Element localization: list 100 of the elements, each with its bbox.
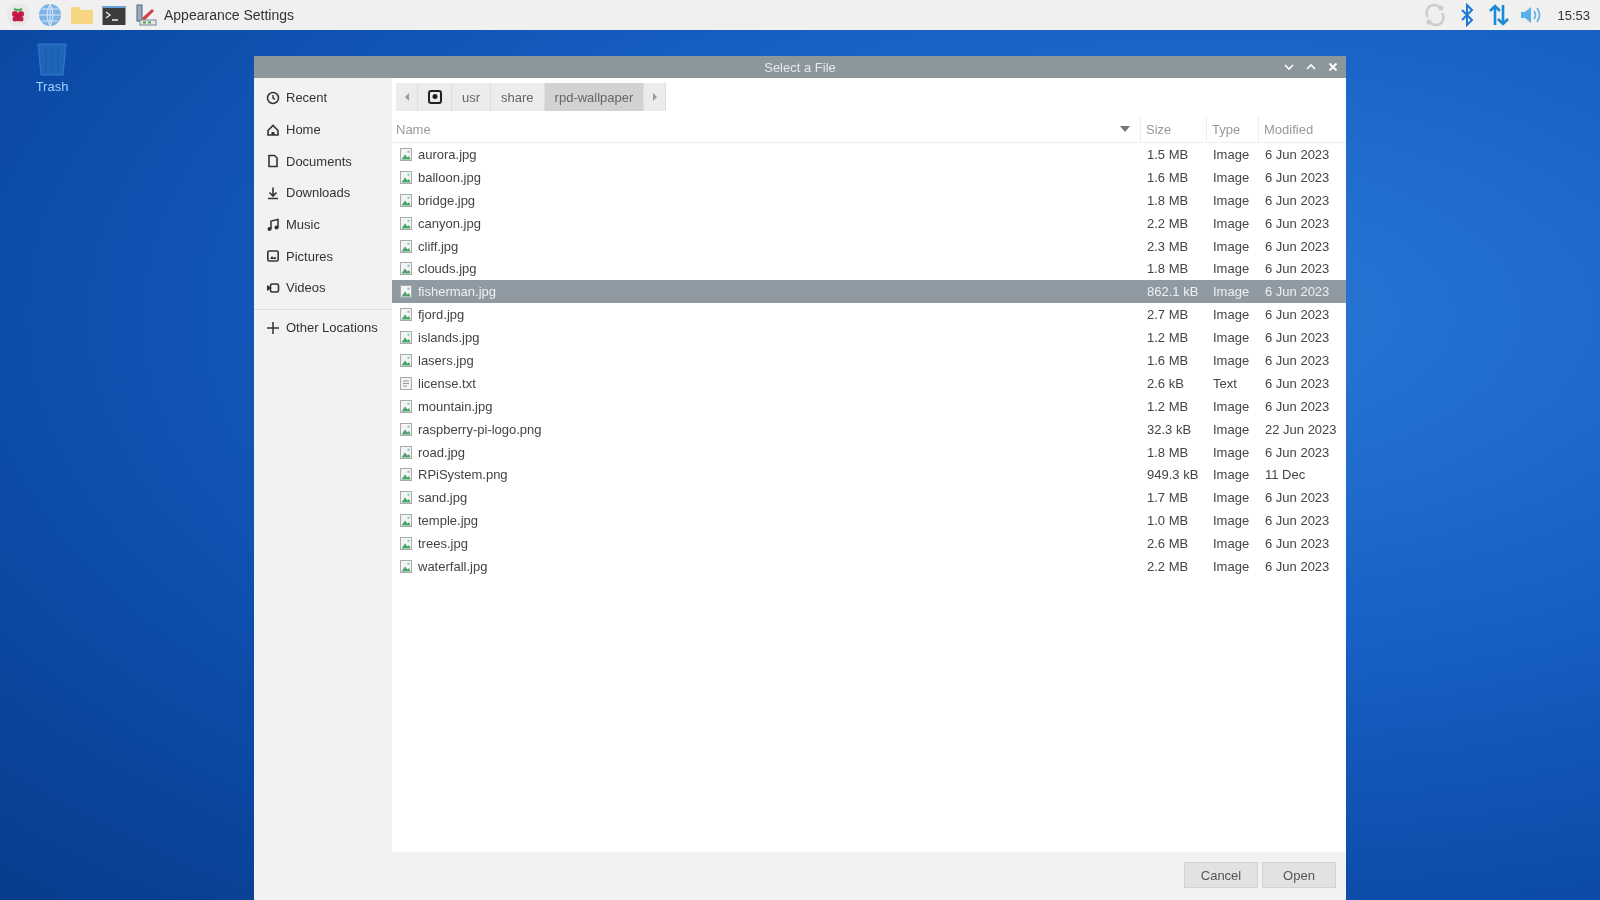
file-size: 2.6 kB	[1146, 375, 1185, 391]
file-row[interactable]: RPiSystem.png 949.3 kB Image 11 Dec	[392, 463, 1346, 487]
file-size: 1.2 MB	[1146, 330, 1190, 346]
network-arrows-icon[interactable]	[1487, 3, 1512, 27]
file-type: Image	[1212, 330, 1251, 346]
sidebar-label[interactable]: Music	[286, 217, 320, 233]
sidebar-label[interactable]: Other Locations	[286, 320, 378, 336]
file-size: 2.2 MB	[1146, 215, 1190, 231]
dialog-button[interactable]: Open	[1262, 862, 1336, 888]
file-row[interactable]: clouds.jpg 1.8 MB Image 6 Jun 2023	[392, 257, 1346, 281]
file-row[interactable]: license.txt 2.6 kB Text 6 Jun 2023	[392, 371, 1346, 395]
image-file-icon	[400, 559, 412, 573]
sidebar-label[interactable]: Documents	[286, 153, 352, 169]
sidebar-item[interactable]: Pictures	[254, 240, 392, 273]
file-modified: 6 Jun 2023	[1264, 513, 1331, 529]
file-name: fjord.jpg	[418, 307, 465, 323]
file-row[interactable]: temple.jpg 1.0 MB Image 6 Jun 2023	[392, 509, 1346, 533]
raspberry-menu-icon[interactable]	[6, 3, 30, 27]
dialog-button[interactable]: Cancel	[1184, 862, 1258, 888]
sidebar-label[interactable]: Home	[286, 122, 321, 138]
palette-settings-icon[interactable]	[134, 3, 158, 27]
file-modified: 11 Dec	[1264, 467, 1307, 483]
image-file-icon	[400, 170, 412, 184]
trash-bin-icon[interactable]	[34, 40, 70, 76]
file-row[interactable]: bridge.jpg 1.8 MB Image 6 Jun 2023	[392, 188, 1346, 212]
file-row[interactable]: aurora.jpg 1.5 MB Image 6 Jun 2023	[392, 143, 1346, 166]
file-modified: 6 Jun 2023	[1264, 352, 1331, 368]
file-type: Image	[1212, 352, 1251, 368]
sidebar-label[interactable]: Downloads	[286, 185, 351, 201]
file-name: license.txt	[418, 375, 476, 391]
file-type: Image	[1212, 467, 1251, 483]
file-row[interactable]: mountain.jpg 1.2 MB Image 6 Jun 2023	[392, 394, 1346, 418]
file-size: 1.8 MB	[1146, 444, 1190, 460]
file-modified: 6 Jun 2023	[1264, 238, 1331, 254]
file-modified: 22 Jun 2023	[1264, 421, 1338, 437]
path-segment[interactable]: usr	[452, 83, 492, 111]
file-size: 1.6 MB	[1146, 352, 1190, 368]
image-file-icon	[400, 491, 412, 505]
drive-icon	[427, 90, 442, 104]
file-size: 1.8 MB	[1146, 192, 1190, 208]
image-file-icon	[400, 422, 412, 436]
sidebar-item[interactable]: Videos	[254, 272, 392, 304]
sidebar-label[interactable]: Videos	[286, 280, 326, 296]
close-icon[interactable]	[1326, 60, 1340, 74]
file-modified: 6 Jun 2023	[1264, 444, 1331, 460]
sidebar-item[interactable]: Downloads	[254, 177, 392, 209]
music-icon	[266, 217, 280, 232]
file-row[interactable]: cliff.jpg 2.3 MB Image 6 Jun 2023	[392, 234, 1346, 258]
file-row[interactable]: raspberry-pi-logo.png 32.3 kB Image 22 Jun 2023	[392, 417, 1346, 441]
file-row[interactable]: waterfall.jpg 2.2 MB Image 6 Jun 2023	[392, 555, 1346, 578]
file-name: aurora.jpg	[418, 146, 477, 162]
file-row[interactable]: fjord.jpg 2.7 MB Image 6 Jun 2023	[392, 303, 1346, 327]
file-row[interactable]: road.jpg 1.8 MB Image 6 Jun 2023	[392, 440, 1346, 464]
file-row[interactable]: trees.jpg 2.6 MB Image 6 Jun 2023	[392, 532, 1346, 556]
sidebar-label[interactable]: Recent	[286, 90, 328, 106]
file-modified: 6 Jun 2023	[1264, 307, 1331, 323]
file-modified: 6 Jun 2023	[1264, 169, 1331, 185]
file-name: bridge.jpg	[418, 192, 476, 208]
file-row[interactable]: sand.jpg 1.7 MB Image 6 Jun 2023	[392, 486, 1346, 510]
path-forward-button[interactable]	[644, 83, 667, 111]
file-size: 1.7 MB	[1146, 490, 1190, 506]
file-name: clouds.jpg	[418, 261, 477, 277]
file-type: Image	[1212, 215, 1251, 231]
file-size: 1.5 MB	[1146, 146, 1190, 162]
sidebar-item[interactable]: Other Locations	[254, 311, 392, 344]
file-row[interactable]: balloon.jpg 1.6 MB Image 6 Jun 2023	[392, 165, 1346, 189]
file-row[interactable]: canyon.jpg 2.2 MB Image 6 Jun 2023	[392, 211, 1346, 235]
clock[interactable]: 15:53	[1557, 7, 1590, 23]
file-name: balloon.jpg	[418, 169, 481, 185]
file-name: trees.jpg	[418, 536, 468, 552]
file-type: Image	[1212, 192, 1251, 208]
file-name: cliff.jpg	[418, 238, 459, 254]
sidebar-item[interactable]: Music	[254, 208, 392, 241]
image-file-icon	[400, 147, 412, 161]
app-title[interactable]: Appearance Settings	[164, 7, 294, 23]
file-row[interactable]: lasers.jpg 1.6 MB Image 6 Jun 2023	[392, 349, 1346, 372]
file-type: Image	[1212, 444, 1251, 460]
file-modified: 6 Jun 2023	[1264, 192, 1331, 208]
terminal-icon[interactable]	[102, 3, 126, 27]
sidebar-item[interactable]: Documents	[254, 145, 392, 178]
file-row[interactable]: islands.jpg 1.2 MB Image 6 Jun 2023	[392, 326, 1346, 349]
file-type: Image	[1212, 513, 1251, 529]
file-modified: 6 Jun 2023	[1264, 215, 1331, 231]
file-name: waterfall.jpg	[418, 558, 488, 574]
file-type: Image	[1212, 490, 1251, 506]
drive-button[interactable]	[418, 83, 452, 111]
path-segment[interactable]: rpd-wallpaper	[544, 83, 645, 111]
sidebar-item[interactable]: Home	[254, 113, 392, 146]
file-name: mountain.jpg	[418, 398, 493, 414]
dialog-title: Select a File	[764, 59, 836, 75]
path-segment[interactable]: share	[491, 83, 545, 111]
file-type: Image	[1212, 536, 1251, 552]
image-file-icon	[400, 262, 412, 276]
sidebar-item[interactable]: Recent	[254, 82, 392, 114]
file-name: lasers.jpg	[418, 352, 474, 368]
globe-icon[interactable]	[38, 3, 62, 27]
desktop-icon-label[interactable]: Trash	[35, 79, 69, 94]
file-size: 1.6 MB	[1146, 169, 1190, 185]
file-modified: 6 Jun 2023	[1264, 330, 1331, 346]
sidebar-label[interactable]: Pictures	[286, 248, 333, 264]
